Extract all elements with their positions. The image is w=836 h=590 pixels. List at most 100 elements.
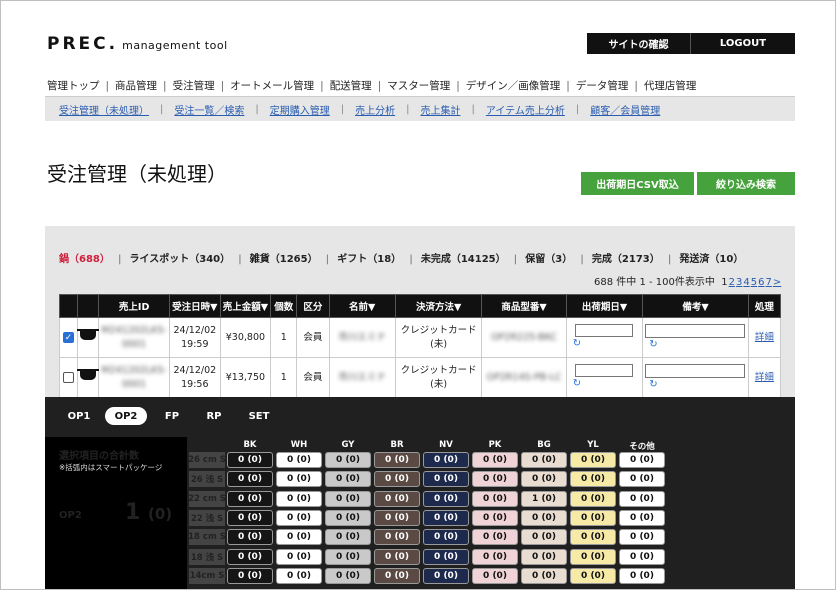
ship-date-input[interactable] [575, 364, 634, 377]
page-link[interactable]: 4 [743, 277, 749, 288]
note-textarea[interactable] [645, 363, 746, 378]
count-cell: 0 (0) [325, 490, 371, 507]
type-cell: 会員 [296, 357, 330, 398]
color-header: BR [390, 440, 404, 450]
refresh-icon[interactable]: ↻ [649, 378, 746, 392]
count-cell: 0 (0) [325, 548, 371, 565]
count-cell: 0 (0) [619, 567, 665, 584]
count-cell: 0 (0) [423, 471, 469, 488]
main-nav-item[interactable]: マスター管理 [387, 80, 450, 92]
ship-date-input[interactable] [575, 324, 634, 337]
size-label: 18 浅 S [189, 548, 225, 565]
detail-link[interactable]: 詳細 [755, 372, 774, 383]
page-link[interactable]: 2 [729, 277, 735, 288]
subnav-separator: | [471, 103, 475, 115]
count-cell: 0 (0) [619, 452, 665, 468]
table-header[interactable]: 受注日時▼ [169, 294, 221, 318]
csv-import-button[interactable]: 出荷期日CSV取込 [581, 172, 694, 195]
refresh-icon[interactable]: ↻ [573, 337, 640, 351]
main-nav-item[interactable]: 管理トップ [47, 80, 100, 92]
category-tab[interactable]: 雑貨（1265） [250, 254, 318, 265]
count-cell: 0 (0) [423, 509, 469, 526]
page-link[interactable]: 7 [765, 277, 771, 288]
main-nav-item[interactable]: 代理店管理 [644, 80, 697, 92]
sub-nav-link[interactable]: 受注管理（未処理） [59, 102, 149, 117]
detail-link[interactable]: 詳細 [755, 332, 774, 343]
page-link[interactable]: 3 [736, 277, 742, 288]
nav-separator: | [320, 80, 324, 92]
category-tab[interactable]: 未完成（14125） [421, 254, 506, 265]
category-tab[interactable]: ライスポット（340） [130, 254, 231, 265]
sub-nav-link[interactable]: 定期購入管理 [270, 102, 330, 117]
count-cell: 0 (0) [472, 567, 518, 584]
count-cell: 0 (0) [276, 452, 322, 468]
logout-button[interactable]: LOGOUT [691, 33, 795, 54]
count-cell: 0 (0) [374, 490, 420, 507]
sub-nav-link[interactable]: 受注一覧／検索 [174, 102, 244, 117]
overlay-tab[interactable]: SET [241, 407, 277, 425]
product-model: OP2R14S-PB-LC [486, 371, 562, 383]
overlay-tab[interactable]: RP [197, 407, 231, 425]
main-nav-item[interactable]: 配送管理 [330, 80, 372, 92]
category-tab[interactable]: 発送済（10） [679, 254, 743, 265]
row-checkbox[interactable]: ✓ [63, 331, 75, 343]
table-header[interactable]: 備考▼ [642, 294, 749, 318]
site-check-button[interactable]: サイトの確認 [587, 33, 691, 54]
note-cell: ↻ [642, 317, 749, 358]
category-tab[interactable]: ギフト（18） [337, 254, 401, 265]
page-link[interactable]: > [773, 277, 781, 288]
count-cell: 0 (0) [521, 471, 567, 488]
refresh-icon[interactable]: ↻ [649, 338, 746, 352]
page-link[interactable]: 5 [751, 277, 757, 288]
overlay-tab[interactable]: OP1 [59, 407, 99, 425]
table-header[interactable]: 決済方法▼ [394, 294, 483, 318]
category-tab[interactable]: 保留（3） [525, 254, 572, 265]
model-cell: OP2R225-BKC [481, 317, 567, 358]
category-tab[interactable]: 鍋（688） [59, 254, 110, 265]
summary-title: 選択項目の合計数 [59, 451, 139, 462]
count-cell: 1 (0) [521, 490, 567, 507]
table-header[interactable]: 出荷期日▼ [565, 294, 644, 318]
sub-nav-link[interactable]: 売上分析 [355, 102, 395, 117]
row-checkbox-cell: ✓ [58, 317, 79, 358]
subnav-separator: | [340, 103, 345, 115]
page-link[interactable]: 6 [758, 277, 764, 288]
main-nav-item[interactable]: 商品管理 [115, 80, 157, 92]
table-header[interactable]: 売上金額▼ [219, 294, 272, 318]
product-model: OP2R225-BKC [491, 331, 558, 343]
note-textarea[interactable] [645, 323, 746, 338]
table-header[interactable]: 商品型番▼ [481, 294, 567, 318]
category-tab[interactable]: 完成（2173） [592, 254, 660, 265]
count-cell: 0 (0) [227, 490, 273, 507]
sub-nav-link[interactable]: アイテム売上分析 [486, 102, 565, 117]
size-label: 22 cm S [188, 490, 226, 507]
nav-separator: | [566, 80, 570, 92]
main-nav-item[interactable]: データ管理 [576, 80, 629, 92]
overlay-tab[interactable]: OP2 [105, 407, 147, 425]
main-nav-item[interactable]: オートメール管理 [230, 80, 314, 92]
count-cell: 0 (0) [570, 548, 616, 565]
count-cell: 0 (0) [227, 567, 273, 584]
count-cell: 0 (0) [570, 509, 616, 526]
main-nav-item[interactable]: 受注管理 [173, 80, 215, 92]
count-cell: 0 (0) [374, 471, 420, 488]
count-cell: 0 (0) [521, 567, 567, 584]
refresh-icon[interactable]: ↻ [573, 377, 640, 391]
row-checkbox[interactable] [63, 371, 75, 383]
order-date-cell: 24/12/02 19:56 [169, 357, 221, 398]
sub-nav-link[interactable]: 顧客／会員管理 [590, 102, 660, 117]
count-cell: 0 (0) [374, 452, 420, 468]
overlay-tab[interactable]: FP [157, 407, 187, 425]
name-cell: 市川エミナ [328, 317, 396, 358]
count-cell: 0 (0) [227, 509, 273, 526]
sub-nav: 受注管理（未処理） | 受注一覧／検索 | 定期購入管理 | 売上分析 | 売上集計 | アイテム売… [45, 96, 795, 121]
sub-nav-link[interactable]: 売上集計 [421, 102, 461, 117]
count-cell: 0 (0) [276, 471, 322, 488]
filter-search-button[interactable]: 絞り込み検索 [697, 172, 795, 195]
count-cell: 0 (0) [570, 529, 616, 546]
table-header[interactable]: 名前▼ [328, 294, 396, 318]
main-nav-item[interactable]: デザイン／画像管理 [466, 80, 561, 92]
count-cell: 0 (0) [423, 452, 469, 468]
count-cell: 0 (0) [423, 548, 469, 565]
main-nav: 管理トップ | 商品管理 | 受注管理 | オートメール管理 | 配送管理 | マスター管理 | デザイ… [47, 78, 696, 93]
